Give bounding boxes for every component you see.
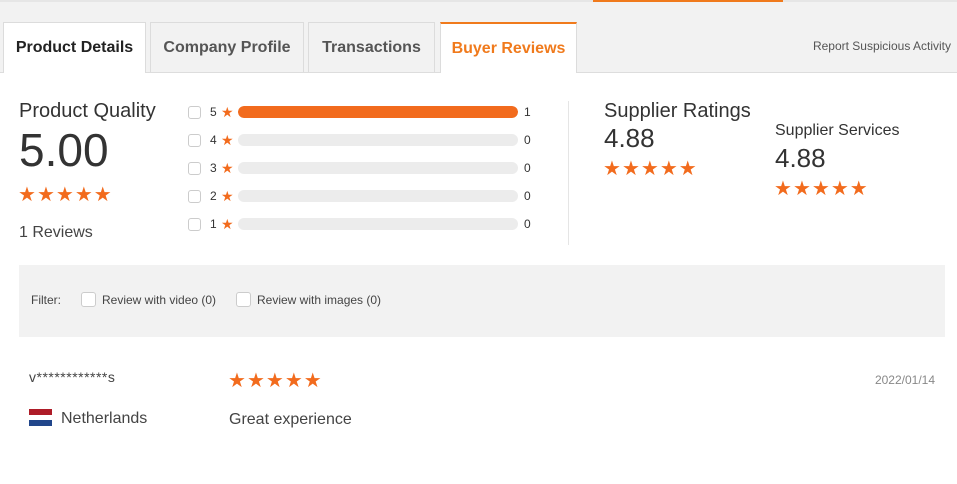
- review-text: Great experience: [229, 411, 352, 428]
- star-icon: ★: [792, 178, 811, 200]
- tab-bar: Product Details Company Profile Transact…: [0, 2, 957, 73]
- rating-star-number: 2: [210, 189, 217, 203]
- netherlands-flag-icon: [29, 409, 52, 426]
- rating-row-1[interactable]: 1 ★ 0: [188, 214, 548, 234]
- rating-checkbox[interactable]: [188, 217, 201, 231]
- filter-video-label: Review with video (0): [102, 292, 217, 307]
- rating-bar-track: [238, 190, 518, 202]
- rating-row-3[interactable]: 3 ★ 0: [188, 158, 548, 178]
- tab-product-details[interactable]: Product Details: [3, 22, 146, 73]
- tab-label: Transactions: [322, 38, 421, 56]
- filter-video-checkbox[interactable]: [81, 292, 96, 307]
- tab-label: Product Details: [15, 39, 134, 56]
- star-icon: ★: [621, 158, 640, 180]
- star-icon: ★: [678, 158, 697, 180]
- supplier-services-title: Supplier Services: [775, 122, 900, 139]
- rating-count: 0: [524, 217, 531, 231]
- tab-company-profile[interactable]: Company Profile: [150, 22, 304, 72]
- star-icon: ★: [93, 184, 112, 206]
- star-icon: ★: [228, 370, 246, 392]
- product-quality-score: 5.00: [19, 124, 109, 176]
- review-stars: ★ ★ ★ ★ ★: [228, 371, 322, 391]
- filter-bar: Filter: Review with video (0) Review wit…: [19, 265, 945, 337]
- star-icon: ★: [774, 178, 792, 200]
- star-icon: ★: [284, 370, 303, 392]
- rating-count: 1: [524, 105, 531, 119]
- star-icon: ★: [246, 370, 265, 392]
- star-icon: ★: [849, 178, 868, 200]
- rating-star-number: 3: [210, 161, 217, 175]
- review-country: Netherlands: [61, 410, 148, 427]
- filter-label: Filter:: [31, 293, 61, 307]
- rating-row-5[interactable]: 5 ★ 1: [188, 102, 548, 122]
- rating-bar-track: [238, 162, 518, 174]
- star-icon: ★: [221, 104, 234, 120]
- supplier-ratings-title: Supplier Ratings: [604, 100, 751, 122]
- report-suspicious-activity-link[interactable]: Report Suspicious Activity: [813, 39, 951, 53]
- star-icon: ★: [303, 370, 322, 392]
- rating-count: 0: [524, 133, 531, 147]
- section-divider: [568, 101, 569, 245]
- product-quality-stars: ★ ★ ★ ★ ★: [18, 185, 112, 205]
- star-icon: ★: [830, 178, 849, 200]
- reviews-count: 1 Reviews: [19, 224, 93, 241]
- star-icon: ★: [265, 370, 284, 392]
- tab-buyer-reviews[interactable]: Buyer Reviews: [440, 22, 577, 73]
- star-icon: ★: [74, 184, 93, 206]
- tab-label: Company Profile: [163, 38, 291, 56]
- filter-review-with-images[interactable]: Review with images (0): [236, 292, 381, 307]
- star-icon: ★: [811, 178, 830, 200]
- review-username: v************s: [29, 369, 116, 385]
- star-icon: ★: [221, 160, 234, 176]
- star-icon: ★: [18, 184, 36, 206]
- review-date: 2022/01/14: [874, 373, 935, 387]
- product-quality-title: Product Quality: [19, 100, 156, 122]
- supplier-services-score: 4.88: [775, 143, 826, 173]
- tab-transactions[interactable]: Transactions: [308, 22, 435, 72]
- rating-star-number: 5: [210, 105, 217, 119]
- supplier-ratings-score: 4.88: [604, 123, 655, 153]
- rating-row-4[interactable]: 4 ★ 0: [188, 130, 548, 150]
- rating-bar-track: [238, 106, 518, 118]
- star-icon: ★: [640, 158, 659, 180]
- rating-bar-track: [238, 134, 518, 146]
- rating-checkbox[interactable]: [188, 189, 201, 203]
- star-icon: ★: [221, 132, 234, 148]
- star-icon: ★: [659, 158, 678, 180]
- supplier-services-stars: ★ ★ ★ ★ ★: [774, 179, 868, 199]
- star-icon: ★: [603, 158, 621, 180]
- supplier-ratings-stars: ★ ★ ★ ★ ★: [603, 159, 697, 179]
- star-icon: ★: [55, 184, 74, 206]
- star-icon: ★: [221, 188, 234, 204]
- rating-count: 0: [524, 189, 531, 203]
- rating-row-2[interactable]: 2 ★ 0: [188, 186, 548, 206]
- filter-review-with-video[interactable]: Review with video (0): [81, 292, 216, 307]
- filter-images-checkbox[interactable]: [236, 292, 251, 307]
- filter-images-label: Review with images (0): [257, 292, 382, 307]
- rating-checkbox[interactable]: [188, 161, 201, 175]
- rating-bar-fill: [238, 106, 518, 118]
- rating-star-number: 1: [210, 217, 217, 231]
- star-icon: ★: [36, 184, 55, 206]
- rating-star-number: 4: [210, 133, 217, 147]
- rating-checkbox[interactable]: [188, 133, 201, 147]
- star-icon: ★: [221, 216, 234, 232]
- rating-count: 0: [524, 161, 531, 175]
- tab-label: Buyer Reviews: [451, 39, 566, 57]
- rating-bar-track: [238, 218, 518, 230]
- rating-checkbox[interactable]: [188, 105, 201, 119]
